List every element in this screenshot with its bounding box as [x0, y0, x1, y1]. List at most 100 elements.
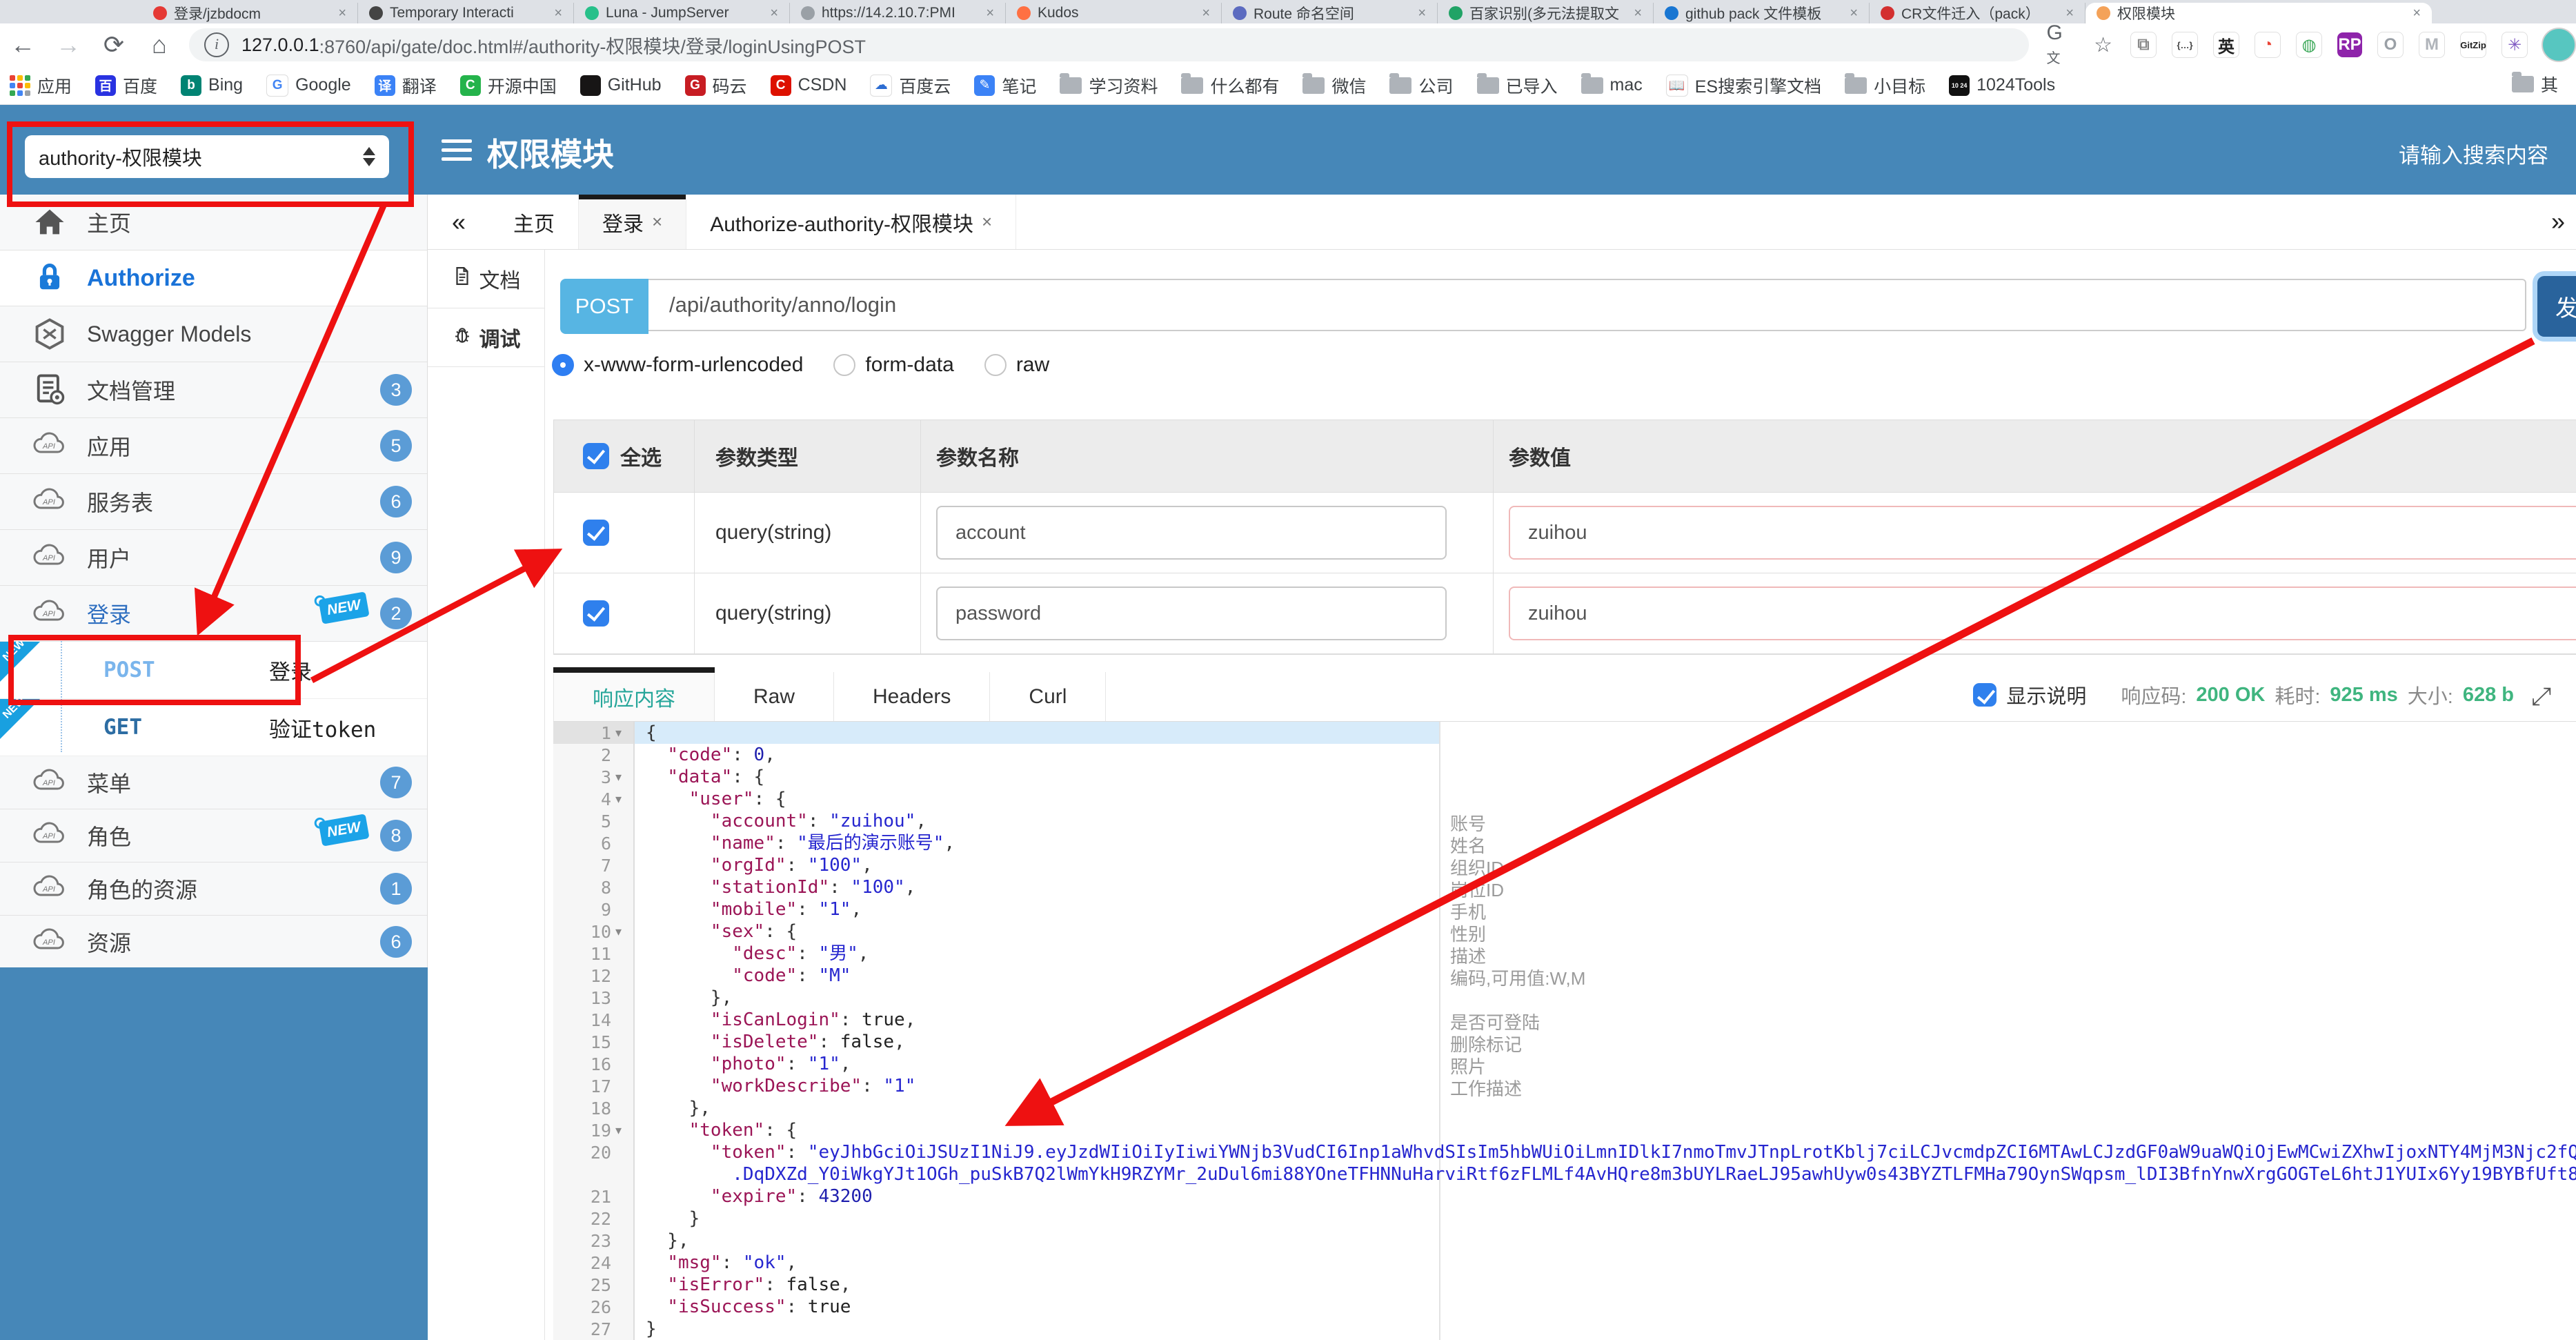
browser-tab-1[interactable]: Temporary Interacti × — [358, 3, 574, 23]
fold-arrow-icon[interactable]: ▾ — [615, 726, 633, 740]
hamburger-icon[interactable] — [442, 132, 472, 167]
tab-close-icon[interactable]: × — [2412, 6, 2421, 21]
fold-arrow-icon[interactable]: ▾ — [615, 770, 633, 785]
bookmark-item-4[interactable]: 译翻译 — [374, 73, 437, 98]
en-translate-icon[interactable]: 英 — [2213, 32, 2239, 58]
rp-icon[interactable]: RP — [2337, 32, 2362, 57]
bookmark-item-16[interactable]: mac — [1581, 72, 1643, 95]
browser-tab-3[interactable]: https://14.2.10.7:PMI × — [790, 3, 1006, 23]
browser-tab-2[interactable]: Luna - JumpServer × — [574, 3, 790, 23]
sidebar-item-13[interactable]: API 资源 6 — [0, 916, 427, 969]
sidebar-item-5[interactable]: API 服务表 6 — [0, 474, 427, 530]
back-icon[interactable]: ← — [0, 30, 46, 59]
response-tab-0[interactable]: 响应内容 — [553, 667, 715, 721]
tab-capture-icon[interactable]: ⧉ — [2130, 32, 2157, 58]
bookmarks-overflow-folder[interactable]: 其 — [2511, 72, 2558, 97]
bookmark-item-11[interactable]: 学习资料 — [1060, 72, 1158, 98]
sidebar-endpoint-post[interactable]: NEW POST 登录 — [0, 637, 427, 699]
sidebar-item-10[interactable]: API 菜单 7 — [0, 756, 427, 809]
response-tab-2[interactable]: Headers — [834, 672, 991, 721]
profile-avatar[interactable] — [2542, 28, 2576, 62]
param-value-input[interactable]: zuihou — [1509, 587, 2576, 640]
bookmark-item-10[interactable]: ✎ 笔记 — [974, 73, 1036, 98]
asterisk-icon[interactable]: ✳ — [2501, 32, 2528, 58]
content-tab-1[interactable]: 登录 × — [579, 195, 687, 249]
tab-close-icon[interactable]: × — [982, 211, 992, 233]
sidebar-item-3[interactable]: 文档管理 3 — [0, 362, 427, 418]
bookmark-item-19[interactable]: 10 24 1024Tools — [1949, 75, 2055, 96]
home-icon[interactable]: ⌂ — [137, 30, 182, 59]
browser-tab-8[interactable]: CR文件迁入（pack） × — [1870, 3, 2085, 23]
module-select[interactable]: authority-权限模块 — [25, 135, 389, 178]
browser-tab-7[interactable]: github pack 文件模板 × — [1654, 3, 1870, 23]
param-value-input[interactable]: zuihou — [1509, 506, 2576, 560]
fold-arrow-icon[interactable]: ▾ — [615, 792, 633, 807]
fold-arrow-icon[interactable]: ▾ — [615, 1123, 633, 1138]
bookmark-item-17[interactable]: 📖 ES搜索引擎文档 — [1665, 73, 1821, 98]
bookmark-item-9[interactable]: ☁ 百度云 — [870, 73, 951, 98]
sidebar-item-7[interactable]: API 登录 NEW 2 — [0, 586, 427, 642]
sidebar-item-0[interactable]: 主页 — [0, 195, 427, 250]
sidebar-item-2[interactable]: Swagger Models — [0, 306, 427, 362]
content-type-radio-0[interactable]: x-www-form-urlencoded — [552, 353, 803, 377]
bookmark-item-1[interactable]: 百百度 — [95, 73, 157, 98]
search-input[interactable]: 请输入搜索内容 — [2399, 138, 2548, 169]
url-omnibox[interactable]: i 127.0.0.1:8760/api/gate/doc.html#/auth… — [189, 28, 2029, 61]
browser-tab-4[interactable]: Kudos × — [1006, 3, 1222, 23]
bookmark-item-7[interactable]: G 码云 — [684, 73, 747, 98]
bookmark-item-15[interactable]: 已导入 — [1476, 72, 1558, 98]
chrome-icon[interactable]: ◔ — [2255, 32, 2281, 58]
m-chevron-icon[interactable]: M — [2419, 32, 2445, 58]
response-tab-3[interactable]: Curl — [990, 672, 1107, 721]
sidebar-endpoint-get[interactable]: NEW GET 验证token — [0, 694, 427, 756]
tab-close-icon[interactable]: × — [1850, 6, 1858, 21]
bookmark-item-12[interactable]: 什么都有 — [1181, 72, 1279, 98]
braces-icon[interactable]: {…} — [2172, 32, 2198, 58]
browser-tab-6[interactable]: 百家识别(多元法提取文 × — [1438, 3, 1654, 23]
select-all-checkbox[interactable] — [583, 443, 609, 469]
fullscreen-icon[interactable]: ⤢ — [2531, 682, 2551, 711]
fold-arrow-icon[interactable]: ▾ — [615, 925, 633, 939]
response-tab-1[interactable]: Raw — [715, 672, 835, 721]
reload-icon[interactable]: ⟳ — [91, 30, 137, 59]
content-type-radio-2[interactable]: raw — [984, 353, 1049, 377]
minitab-文档[interactable]: 文档 — [428, 250, 544, 308]
tab-close-icon[interactable]: × — [770, 6, 778, 21]
expand-tabs-icon[interactable]: » — [2551, 207, 2565, 236]
tab-close-icon[interactable]: × — [652, 211, 662, 233]
globe-icon[interactable]: ◍ — [2296, 32, 2322, 58]
sidebar-item-11[interactable]: API 角色 NEW 8 — [0, 809, 427, 863]
bookmark-item-0[interactable]: 应用 — [10, 73, 72, 98]
collapse-tabs-icon[interactable]: « — [428, 195, 490, 249]
param-name-input[interactable]: account — [936, 506, 1447, 560]
browser-tab-0[interactable]: 登录/jzbdocm × — [142, 3, 358, 23]
row-checkbox[interactable] — [583, 600, 609, 627]
bookmark-item-8[interactable]: C CSDN — [770, 75, 846, 96]
bookmark-item-5[interactable]: C 开源中国 — [459, 73, 557, 98]
minitab-调试[interactable]: 调试 — [428, 308, 544, 367]
bookmark-item-3[interactable]: G Google — [266, 74, 351, 97]
show-desc-checkbox[interactable] — [1973, 683, 1997, 707]
bookmark-item-6[interactable]: GitHub — [579, 75, 662, 96]
tab-close-icon[interactable]: × — [1418, 6, 1426, 21]
send-button[interactable]: 发送 — [2537, 276, 2576, 337]
bookmark-star-icon[interactable]: ☆ — [2094, 33, 2112, 57]
page-info-icon[interactable]: i — [204, 32, 229, 57]
param-name-input[interactable]: password — [936, 587, 1447, 640]
translate-icon[interactable]: G文 — [2047, 21, 2077, 68]
bookmark-item-2[interactable]: b Bing — [181, 75, 243, 96]
row-checkbox[interactable] — [583, 520, 609, 546]
browser-tab-9[interactable]: 权限模块 × — [2085, 3, 2432, 23]
content-tab-2[interactable]: Authorize-authority-权限模块 × — [686, 195, 1017, 249]
content-tab-0[interactable]: 主页 — [490, 195, 579, 249]
bookmark-item-14[interactable]: 公司 — [1389, 72, 1454, 98]
tab-close-icon[interactable]: × — [986, 6, 994, 21]
sidebar-item-6[interactable]: API 用户 9 — [0, 530, 427, 586]
tab-close-icon[interactable]: × — [338, 6, 346, 21]
bookmark-item-18[interactable]: 小目标 — [1845, 72, 1925, 98]
tab-close-icon[interactable]: × — [2065, 6, 2074, 21]
tab-close-icon[interactable]: × — [1634, 6, 1642, 21]
forward-icon[interactable]: → — [46, 30, 91, 59]
request-url-input[interactable]: /api/authority/anno/login — [648, 279, 2526, 331]
sidebar-item-1[interactable]: Authorize — [0, 250, 427, 306]
